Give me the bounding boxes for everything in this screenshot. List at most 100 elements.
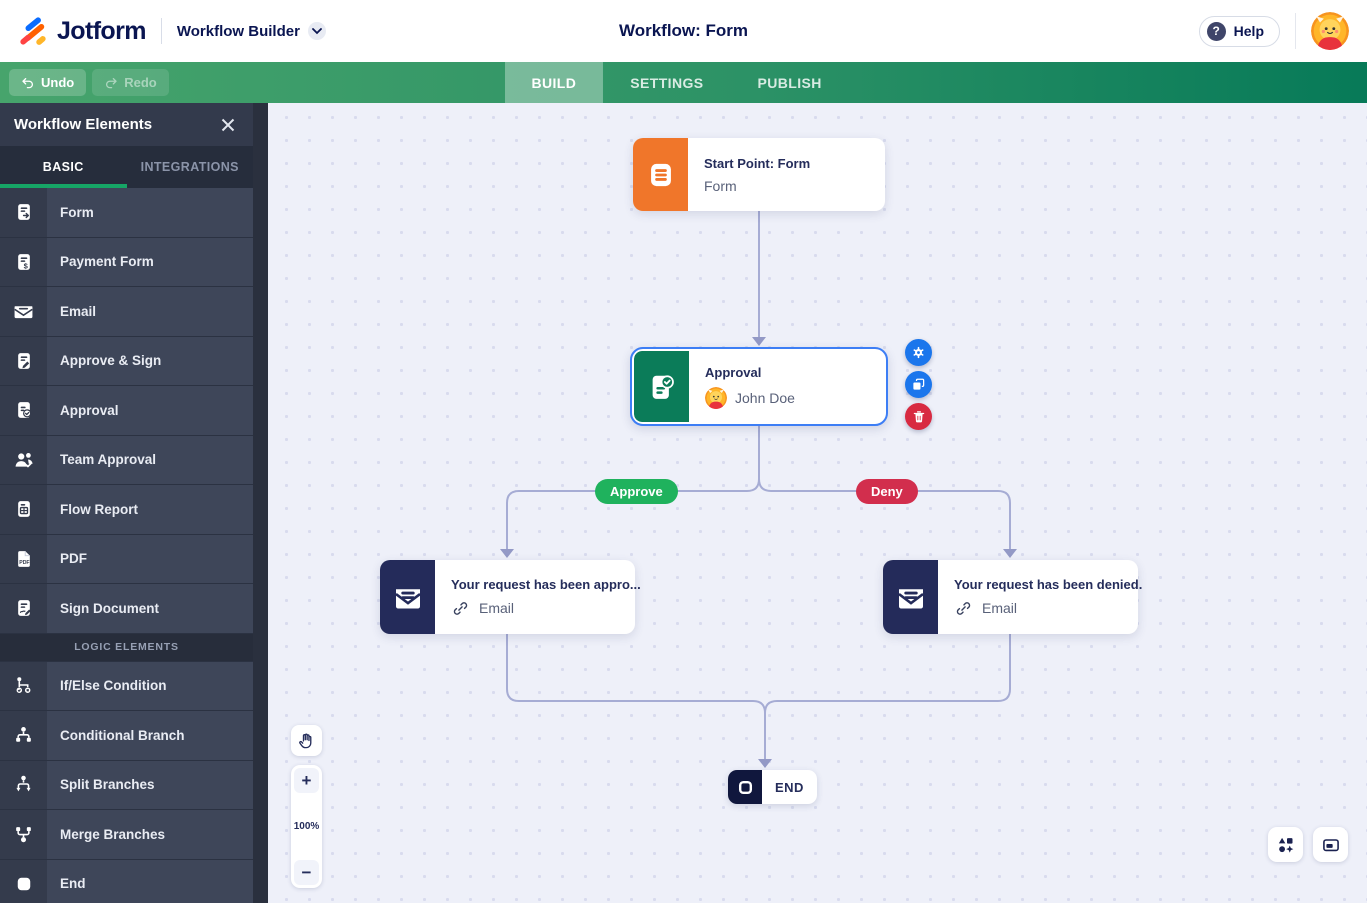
end-element-icon — [0, 859, 47, 903]
email-approved-node[interactable]: Your request has been appro... Email — [380, 560, 641, 634]
pan-tool-button[interactable] — [291, 725, 322, 756]
sidebar-item-if-else-condition[interactable]: If/Else Condition — [0, 661, 253, 711]
approve-branch-badge[interactable]: Approve — [595, 479, 678, 504]
question-icon: ? — [1206, 21, 1226, 41]
start-node-subtitle: Form — [704, 177, 737, 194]
zoom-in-button[interactable]: + — [294, 768, 319, 793]
sidebar-item-pdf[interactable]: PDF PDF — [0, 534, 253, 584]
sidebar-item-approval[interactable]: Approval — [0, 386, 253, 436]
sidebar-item-approve-sign[interactable]: Approve & Sign — [0, 336, 253, 386]
merge-branches-icon — [0, 810, 47, 859]
sidebar-item-label: Approve & Sign — [60, 353, 162, 369]
email-node-title: Your request has been denied. — [954, 576, 1143, 592]
panel-tabs: BASIC INTEGRATIONS — [0, 146, 253, 188]
sidebar-item-form[interactable]: Form — [0, 188, 253, 238]
history-controls: Undo Redo — [9, 69, 169, 96]
flow-connectors — [500, 210, 1017, 768]
email-node-body: Your request has been appro... Email — [435, 560, 657, 634]
approve-sign-icon — [0, 336, 47, 385]
sidebar-item-sign-document[interactable]: Sign Document — [0, 584, 253, 634]
split-branches-icon — [0, 760, 47, 809]
workflow-canvas[interactable]: Start Point: Form Form Approval John Doe… — [268, 103, 1367, 903]
product-label: Workflow Builder — [176, 22, 300, 40]
sidebar-item-label: Email — [60, 303, 97, 319]
element-list: Form $ Payment Form Email Approve & Sign… — [0, 188, 253, 903]
end-node[interactable]: END — [728, 770, 817, 804]
start-node[interactable]: Start Point: Form Form — [633, 138, 885, 211]
end-node-label: END — [775, 779, 804, 795]
sidebar-item-payment-form[interactable]: $ Payment Form — [0, 237, 253, 287]
sidebar-item-team-approval[interactable]: Team Approval — [0, 435, 253, 485]
approval-node[interactable]: Approval John Doe — [630, 347, 888, 426]
sidebar-item-conditional-branch[interactable]: Conditional Branch — [0, 711, 253, 761]
email-node-type: Email — [982, 600, 1018, 616]
undo-button[interactable]: Undo — [9, 69, 87, 96]
minimap-toggle-button[interactable] — [1313, 827, 1348, 862]
sidebar-item-split-branches[interactable]: Split Branches — [0, 760, 253, 810]
start-node-title: Start Point: Form — [704, 155, 811, 171]
email-node-icon — [380, 560, 435, 634]
main-area: Workflow Elements BASIC INTEGRATIONS For… — [0, 103, 1367, 903]
email-node-subtitle: Email — [451, 599, 641, 618]
tab-integrations[interactable]: INTEGRATIONS — [127, 146, 254, 188]
shapes-icon — [1278, 837, 1293, 853]
redo-button[interactable]: Redo — [92, 69, 169, 96]
sidebar-item-label: PDF — [60, 551, 87, 567]
app-header: Jotform Workflow Builder Workflow: Form … — [0, 0, 1367, 62]
undo-icon — [22, 77, 33, 88]
close-icon — [221, 118, 235, 131]
builder-toolbar: Undo Redo BUILD SETTINGS PUBLISH — [0, 62, 1367, 103]
team-approval-icon — [0, 435, 47, 484]
payment-form-icon: $ — [0, 237, 47, 286]
sidebar-item-merge-branches[interactable]: Merge Branches — [0, 810, 253, 860]
email-node-icon — [883, 560, 938, 634]
sidebar-item-label: End — [60, 876, 86, 892]
elements-shortcut-button[interactable] — [1268, 827, 1303, 862]
approval-node-title: Approval — [705, 364, 762, 380]
sidebar-item-label: Team Approval — [60, 452, 157, 468]
email-denied-node[interactable]: Your request has been denied. Email — [883, 560, 1142, 634]
sidebar-item-label: Form — [60, 204, 94, 220]
close-panel-button[interactable] — [217, 114, 239, 136]
node-delete-button[interactable] — [905, 403, 932, 430]
email-node-subtitle: Email — [954, 599, 1142, 618]
logic-elements-section-label: LOGIC ELEMENTS — [0, 633, 253, 662]
tab-build[interactable]: BUILD — [504, 62, 604, 103]
sidebar-item-label: Split Branches — [60, 777, 155, 793]
jotform-wordmark: Jotform — [57, 16, 146, 45]
conditional-branch-icon — [0, 711, 47, 760]
header-right: ? Help — [1198, 12, 1349, 50]
node-settings-button[interactable] — [905, 339, 932, 366]
assignee-name: John Doe — [735, 389, 795, 406]
redo-label: Redo — [124, 75, 157, 90]
assignee-avatar — [705, 386, 727, 409]
approval-node-inner: Approval John Doe — [634, 351, 884, 422]
sidebar-item-label: If/Else Condition — [60, 678, 167, 694]
node-duplicate-button[interactable] — [905, 371, 932, 398]
product-switcher[interactable]: Workflow Builder — [177, 22, 326, 40]
sidebar-item-label: Sign Document — [60, 600, 160, 616]
pdf-icon: PDF — [0, 534, 47, 583]
tab-settings[interactable]: SETTINGS — [603, 62, 730, 103]
sidebar-item-label: Approval — [60, 402, 119, 418]
start-node-body: Start Point: Form Form — [688, 138, 885, 211]
zoom-out-button[interactable]: − — [294, 860, 319, 885]
user-avatar[interactable] — [1311, 12, 1349, 50]
help-button[interactable]: ? Help — [1198, 15, 1280, 47]
builder-tabs: BUILD SETTINGS PUBLISH — [504, 62, 848, 103]
tab-publish[interactable]: PUBLISH — [730, 62, 848, 103]
flow-report-icon — [0, 485, 47, 534]
sidebar-scrollbar[interactable] — [253, 103, 268, 903]
sidebar-item-email[interactable]: Email — [0, 287, 253, 337]
email-icon — [0, 287, 47, 336]
deny-branch-badge[interactable]: Deny — [856, 479, 918, 504]
jotform-logo-icon — [18, 16, 48, 46]
link-icon — [956, 601, 971, 615]
email-node-type: Email — [479, 600, 515, 616]
sidebar-item-end[interactable]: End — [0, 859, 253, 903]
sidebar-item-flow-report[interactable]: Flow Report — [0, 485, 253, 535]
svg-text:PDF: PDF — [19, 560, 29, 566]
jotform-logo[interactable]: Jotform — [18, 16, 146, 46]
sidebar-item-label: Payment Form — [60, 254, 154, 270]
tab-basic[interactable]: BASIC — [0, 146, 127, 188]
